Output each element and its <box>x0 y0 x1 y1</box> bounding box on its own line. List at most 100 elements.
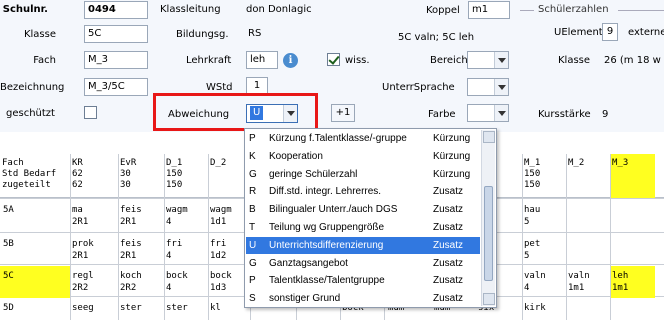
schulnr-field[interactable]: 0494 <box>84 1 148 19</box>
option-type: Kürzung <box>433 168 471 180</box>
grid-cell[interactable]: bock 1d3 <box>210 270 232 294</box>
option-desc: Unterrichtsdifferenzierung <box>269 239 384 251</box>
geschuetzt-label: geschützt <box>6 108 55 119</box>
cell-line: 2R2 <box>72 283 89 293</box>
fach-field[interactable]: M_3 <box>84 51 148 69</box>
grid-cell[interactable]: pet 5 <box>524 238 540 262</box>
dropdown-option[interactable]: R Diff.std. integr. Lehrerres. Zusatz <box>246 183 480 200</box>
dropdown-option[interactable]: T Teilung wg Gruppengröße Zusatz <box>246 219 480 236</box>
dropdown-option[interactable]: Ggeringe Schülerzahl Kürzung <box>246 166 480 183</box>
option-code: B <box>249 204 256 216</box>
grid-cell[interactable]: kl <box>210 302 221 314</box>
option-code: P <box>249 133 256 144</box>
cell-line: 2R1 <box>72 217 89 227</box>
grid-cell[interactable]: koch 2R2 <box>120 270 142 294</box>
cell-line: bock <box>210 271 232 281</box>
option-code: R <box>249 186 257 198</box>
option-desc: sonstiger Grund <box>269 293 341 305</box>
grid-cell[interactable]: fri 4 <box>166 238 182 262</box>
geschuetzt-checkbox[interactable] <box>84 106 97 119</box>
grid-column-header[interactable]: D_2 <box>210 158 226 169</box>
grid-cell[interactable]: ma 2R1 <box>72 204 88 228</box>
grid-column-header[interactable]: KR 62 62 <box>72 158 83 191</box>
wiss-checkbox[interactable] <box>327 53 340 66</box>
column-name: EvR <box>120 158 137 168</box>
cell-line: 1d2 <box>210 251 227 261</box>
grid-cell[interactable]: wagm 4 <box>166 204 188 228</box>
row-klasse[interactable]: 5B <box>3 238 14 250</box>
dropdown-option[interactable]: G Ganztagsangebot Zusatz <box>246 255 480 272</box>
uelement-field[interactable]: 9 <box>602 23 618 41</box>
grid-column-header[interactable]: M_1 150 150 <box>524 158 540 191</box>
dropdown-option[interactable]: K Kooperation Kürzung <box>246 148 480 165</box>
abweichung-dropdown-list[interactable]: P Kürzung f.Talentklasse/-gruppe Kürzung K K… <box>244 128 497 308</box>
cell-line: wagm <box>210 205 232 215</box>
grid-cell[interactable]: kirk <box>524 302 546 314</box>
row-klasse[interactable]: 5D <box>3 302 14 314</box>
grid-cell[interactable]: ster <box>120 302 142 314</box>
scroll-down-icon[interactable] <box>483 293 495 305</box>
grid-cell[interactable]: prok 2R1 <box>72 238 94 262</box>
grid-cell[interactable]: wagm 1d1 <box>210 204 232 228</box>
bereich-select[interactable] <box>467 51 509 69</box>
cell-line: 4 <box>524 283 530 293</box>
unterrsprache-select[interactable] <box>467 78 509 96</box>
grid-column-header[interactable]: D_1 150 150 <box>166 158 182 191</box>
unterrsprache-label: UnterrSprache <box>382 82 455 93</box>
dropdown-option[interactable]: Ssonstiger Grund Zusatz <box>246 290 480 307</box>
lehrkraft-label: Lehrkraft <box>186 55 232 66</box>
dropdown-scrollbar[interactable] <box>481 130 495 306</box>
cell-line: 2R1 <box>120 251 137 261</box>
kursstaerke-value: 9 <box>602 109 609 120</box>
chevron-down-icon[interactable] <box>494 52 508 68</box>
dropdown-option[interactable]: P Talentklasse/Talentgruppe Zusatz <box>246 272 480 289</box>
lehrkraft-field[interactable]: leh <box>246 51 278 69</box>
row-klasse[interactable]: 5C <box>3 270 14 282</box>
chevron-down-icon[interactable] <box>494 79 508 95</box>
group-divider <box>618 10 664 11</box>
dropdown-option[interactable]: U Unterrichtsdifferenzierung Zusatz <box>246 236 480 254</box>
grid-cell[interactable]: bock 4 <box>166 270 188 294</box>
grid-column-header[interactable]: EvR 30 30 <box>120 158 136 191</box>
lesson-form: Schulnr. 0494 Klassleitung don Donlagic … <box>0 0 664 132</box>
grid-cell[interactable]: ster <box>166 302 188 314</box>
cell-line: 2R1 <box>120 217 137 227</box>
grid-cell[interactable]: hau 5 <box>524 204 540 228</box>
grid-column-header[interactable]: M_2 <box>568 158 584 169</box>
uelement-label: UElement <box>554 27 603 38</box>
cell-line: feis <box>120 239 142 249</box>
scroll-up-icon[interactable] <box>483 131 495 143</box>
farbe-select[interactable] <box>467 104 509 122</box>
cell-line: 5 <box>524 251 530 261</box>
row-klasse[interactable]: 5A <box>3 204 14 216</box>
grid-cell[interactable]: feis 2R1 <box>120 238 142 262</box>
option-code: G <box>249 257 257 269</box>
grid-column-header[interactable]: M_3 <box>612 158 628 169</box>
grid-cell[interactable]: leh 1m1 <box>612 270 628 294</box>
column-bedarf: 62 <box>72 169 83 179</box>
klasse-label: Klasse <box>23 29 56 40</box>
dropdown-option[interactable]: P Kürzung f.Talentklasse/-gruppe Kürzung <box>246 130 480 147</box>
info-icon[interactable]: i <box>283 53 298 68</box>
grid-cell[interactable]: seeg <box>72 302 94 314</box>
column-name: M_3 <box>612 158 629 168</box>
column-bedarf: 150 <box>166 169 183 179</box>
dropdown-option[interactable]: B Bilingualer Unterr./auch DGS Zusatz <box>246 201 480 218</box>
grid-cell[interactable]: valn 1m1 <box>568 270 590 294</box>
highlight-annotation <box>153 93 318 131</box>
cell-line: valn <box>568 271 590 281</box>
grid-cell[interactable]: feis 2R1 <box>120 204 142 228</box>
scroll-thumb[interactable] <box>484 186 493 281</box>
bezeichnung-field[interactable]: M_3/5C <box>84 78 148 96</box>
option-type: Zusatz <box>433 186 464 198</box>
bildungsg-label: Bildungsg. <box>176 29 229 40</box>
plus-one-button[interactable]: +1 <box>331 104 355 122</box>
grid-cell[interactable]: fri 1d2 <box>210 238 226 262</box>
koppel-field[interactable]: m1 <box>468 1 510 19</box>
grid-cell[interactable]: regl 2R2 <box>72 270 94 294</box>
wstd-label: WStd <box>206 82 233 93</box>
klasse-field[interactable]: 5C <box>84 25 148 43</box>
chevron-down-icon[interactable] <box>494 105 508 121</box>
cell-line: regl <box>72 271 94 281</box>
grid-cell[interactable]: valn 4 <box>524 270 546 294</box>
